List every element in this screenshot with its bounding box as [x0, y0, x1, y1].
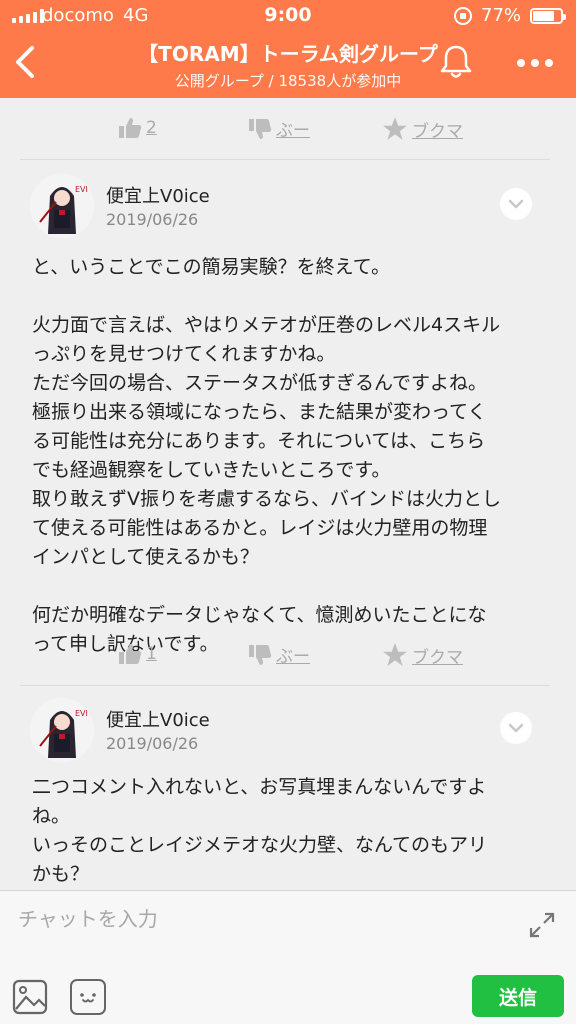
comment-line: 二つコメント入れないと、お写真埋まんないんですよ — [32, 776, 487, 798]
comment-line: でも経過観察をしていきたいところです。 — [32, 459, 391, 481]
app-header: docomo 4G 9:00 77% 【TORAM】トーラム剣グループ 公開グル… — [0, 0, 576, 98]
comment-author[interactable]: 便宜上V0ice — [106, 182, 210, 208]
boo-label: ぶー — [276, 121, 310, 141]
bookmark-label: ブクマ — [412, 647, 463, 668]
svg-text:EVI: EVI — [75, 709, 88, 718]
avatar[interactable]: EVI — [30, 698, 94, 762]
comment-feed[interactable]: 2 ぶー ブクマ EVI 便宜上V0ice 2019/06/26 と、いうことで… — [0, 98, 576, 890]
comment-line: インパとして使えるかも？ — [32, 546, 259, 568]
notification-button[interactable] — [436, 42, 476, 82]
comment-line: 極振り出来る領域になったら、また結果が変わってく — [32, 401, 487, 423]
group-title-block: 【TORAM】トーラム剣グループ 公開グループ / 18538人が参加中 — [100, 38, 476, 91]
comment-date: 2019/06/26 — [106, 210, 199, 229]
group-title: 【TORAM】トーラム剣グループ — [138, 42, 438, 66]
comment-menu-button[interactable] — [500, 188, 532, 220]
bookmark-button[interactable]: ブクマ — [382, 116, 463, 142]
comment-line — [32, 282, 544, 311]
battery-percent: 77% — [481, 5, 522, 26]
boo-label: ぶー — [276, 647, 310, 667]
bookmark-button[interactable]: ブクマ — [382, 642, 463, 668]
like-count: 1 — [146, 644, 157, 664]
image-icon — [12, 979, 48, 1015]
avatar-image: EVI — [30, 698, 94, 762]
comment-line: ね。 — [32, 805, 71, 827]
comment-line: ただ今回の場合、ステータスが低すぎるんですよね。 — [32, 372, 488, 394]
battery-level-fill — [533, 11, 554, 21]
comment-text: と、いうことでこの簡易実験？を終えて。火力面で言えば、やはりメテオが圧巻のレベル… — [32, 253, 544, 659]
comment-header: EVI 便宜上V0ice 2019/06/26 — [26, 698, 546, 768]
more-icon — [517, 59, 525, 67]
bookmark-label: ブクマ — [412, 121, 463, 142]
rotation-lock-icon — [454, 7, 472, 25]
star-icon — [383, 117, 407, 140]
group-subtitle: 公開グループ / 18538人が参加中 — [174, 72, 402, 90]
like-button[interactable]: 2 — [118, 116, 157, 140]
comment-header: EVI 便宜上V0ice 2019/06/26 — [26, 174, 546, 244]
back-button[interactable] — [8, 40, 48, 84]
thumbs-up-icon — [119, 644, 142, 664]
emoji-icon — [80, 993, 96, 1003]
comment-author[interactable]: 便宜上V0ice — [106, 706, 210, 732]
chevron-down-icon — [508, 199, 524, 209]
comment-line: と、いうことでこの簡易実験？を終えて。 — [32, 256, 391, 278]
divider — [20, 159, 550, 160]
chevron-down-icon — [508, 723, 524, 733]
comment-line: る可能性は充分にあります。それについては、こちら — [32, 430, 486, 452]
comment-line — [32, 572, 544, 601]
send-button[interactable]: 送信 — [472, 975, 564, 1017]
star-icon — [383, 643, 407, 666]
thumbs-up-icon — [119, 118, 142, 138]
comment-line: 取り敢えずV振りを考慮するなら、バインドは火力とし — [32, 488, 501, 510]
comment-line: いっそのことレイジメテオな火力壁、なんてのもアリ — [32, 834, 488, 856]
battery-icon — [530, 8, 566, 24]
thumbs-down-icon — [249, 118, 272, 139]
bell-icon — [440, 45, 472, 78]
comment-line: 火力面で言えば、やはりメテオが圧巻のレベル4スキル — [32, 314, 501, 336]
image-button[interactable] — [12, 979, 48, 1015]
back-icon — [16, 46, 34, 78]
like-count: 2 — [146, 118, 157, 138]
comment-text: 二つコメント入れないと、お写真埋まんないんですよ ね。いっそのことレイジメテオな火… — [32, 773, 544, 889]
comment-menu-button[interactable] — [500, 712, 532, 744]
more-options-button[interactable] — [512, 46, 558, 80]
avatar-image: EVI — [30, 174, 94, 238]
expand-icon — [529, 912, 555, 938]
avatar[interactable]: EVI — [30, 174, 94, 238]
chat-input[interactable] — [18, 901, 508, 937]
status-bar: docomo 4G 9:00 77% — [0, 0, 576, 32]
comment-line: て使える可能性はあるかと。レイジは火力壁用の物理 — [32, 517, 488, 539]
comment-line: っぷりを見せつけてくれますかね。 — [32, 343, 336, 365]
boo-button[interactable]: ぶー — [248, 116, 310, 141]
svg-text:EVI: EVI — [75, 185, 88, 194]
comment-line: かも？ — [32, 863, 90, 885]
reaction-bar: 2 ぶー ブクマ — [20, 98, 550, 158]
thumbs-down-icon — [249, 644, 272, 665]
emoji-button[interactable] — [70, 979, 106, 1015]
comment-date: 2019/06/26 — [106, 734, 199, 753]
divider — [20, 685, 550, 686]
reaction-bar: 1 ぶー ブクマ — [20, 624, 550, 684]
chat-composer: 送信 — [0, 890, 576, 1024]
boo-button[interactable]: ぶー — [248, 642, 310, 667]
like-button[interactable]: 1 — [118, 642, 157, 666]
expand-button[interactable] — [528, 911, 556, 939]
